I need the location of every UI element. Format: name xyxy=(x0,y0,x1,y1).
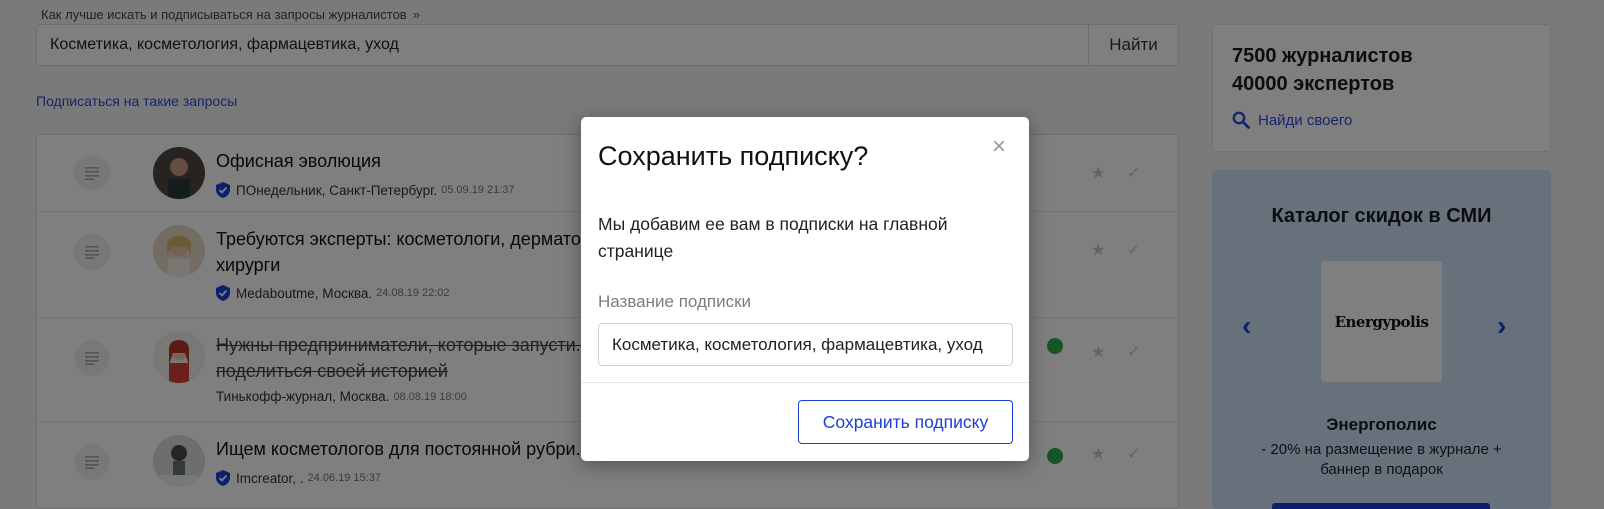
save-subscription-button[interactable]: Сохранить подписку xyxy=(798,400,1013,444)
dialog-divider xyxy=(581,382,1029,383)
close-icon[interactable]: × xyxy=(992,135,1006,159)
save-subscription-dialog: Сохранить подписку? × Мы добавим ее вам … xyxy=(581,117,1029,461)
dialog-title: Сохранить подписку? xyxy=(598,141,869,171)
dialog-description: Мы добавим ее вам в подписки на главной … xyxy=(598,214,948,261)
subscription-name-input[interactable] xyxy=(598,323,1013,366)
subscription-name-label: Название подписки xyxy=(598,292,752,311)
